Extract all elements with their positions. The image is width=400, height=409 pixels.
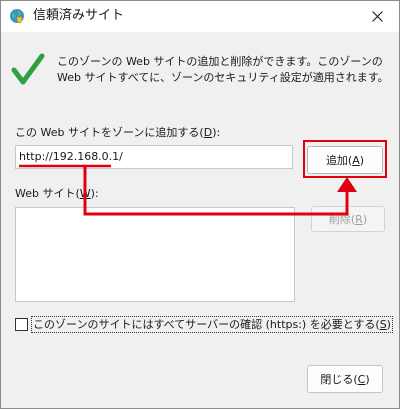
trusted-sites-dialog: 信頼済みサイト このゾーンの Web サイトの追加と削除ができます。このゾーンの…	[0, 0, 400, 409]
annotation-overlay	[19, 164, 357, 216]
annotation-arrow-line	[83, 166, 349, 216]
annotation-arrow-head	[337, 177, 357, 192]
